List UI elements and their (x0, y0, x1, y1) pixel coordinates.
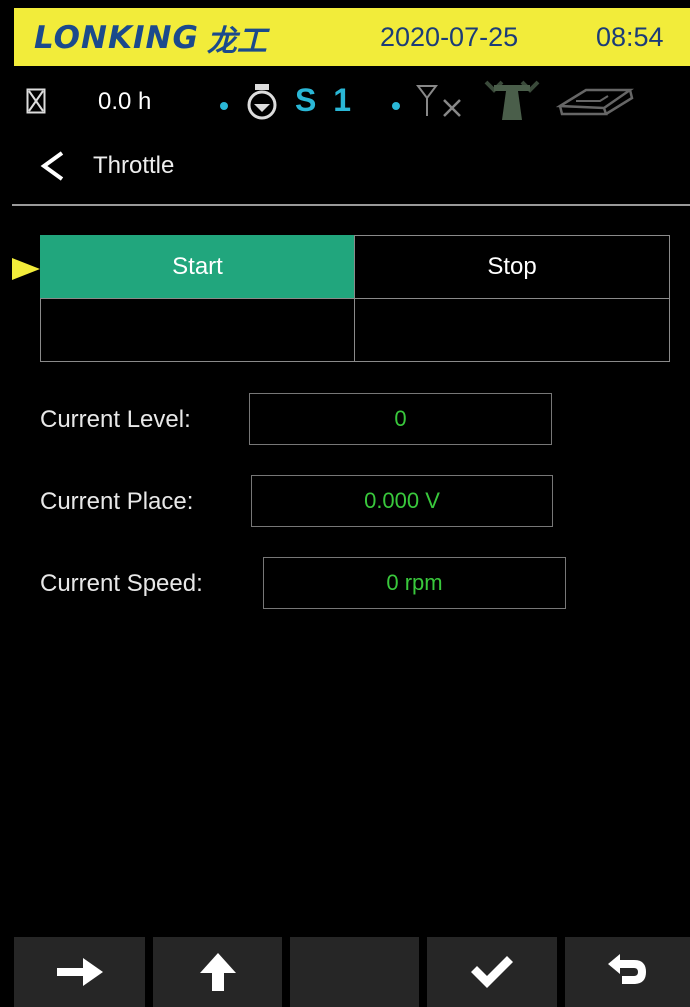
current-place-value: 0.000 V (251, 475, 553, 527)
map-icon (556, 88, 635, 116)
antenna-tower-icon (484, 80, 540, 120)
gear-indicator: S 1 (295, 82, 356, 118)
empty-grid-cell (354, 298, 670, 362)
current-level-value: 0 (249, 393, 552, 445)
check-icon (471, 956, 513, 988)
empty-grid-cell (40, 298, 355, 362)
brand-logo: LONKING 龙工 (34, 16, 267, 60)
current-place-label: Current Place: (40, 488, 194, 515)
current-level-label: Current Level: (40, 406, 191, 433)
return-icon (607, 954, 646, 984)
arrow-up-icon (199, 953, 236, 991)
engine-icon (247, 84, 277, 120)
next-button[interactable] (14, 937, 145, 1007)
selection-marker-icon (12, 258, 40, 280)
hourglass-icon (26, 88, 46, 114)
current-speed-label: Current Speed: (40, 570, 203, 597)
brand-name: LONKING (34, 20, 199, 56)
operating-hours: 0.0 h (98, 88, 152, 115)
current-speed-value: 0 rpm (263, 557, 566, 609)
brand-name-cn: 龙工 (206, 24, 267, 59)
up-button[interactable] (153, 937, 282, 1007)
page-title: Throttle (93, 152, 175, 179)
status-dot (392, 102, 400, 110)
header-divider (12, 204, 690, 206)
confirm-button[interactable] (427, 937, 557, 1007)
back-chevron-icon[interactable] (38, 150, 66, 182)
no-signal-icon (416, 85, 461, 117)
stop-button[interactable]: Stop (354, 235, 670, 299)
arrow-right-icon (56, 958, 103, 986)
date-display: 2020-07-25 (380, 22, 519, 52)
time-display: 08:54 (596, 22, 664, 52)
start-button[interactable]: Start (40, 235, 355, 299)
status-dot (220, 102, 228, 110)
return-button[interactable] (565, 937, 690, 1007)
empty-softkey[interactable] (290, 937, 419, 1007)
